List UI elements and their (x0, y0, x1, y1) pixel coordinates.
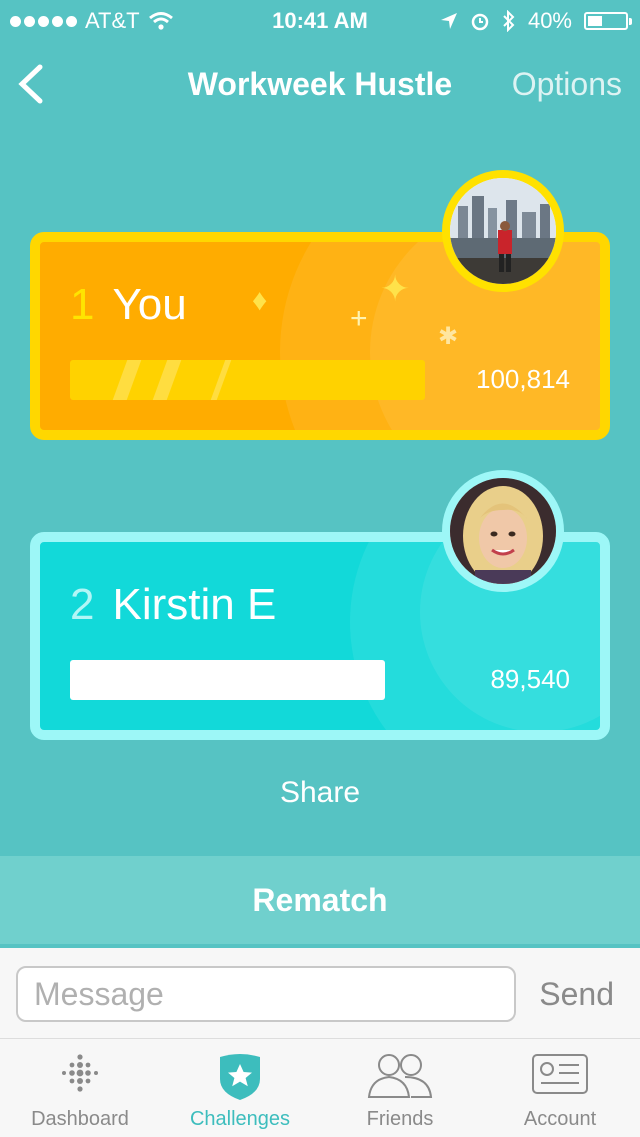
message-composer: Send (0, 948, 640, 1038)
tab-account[interactable]: Account (480, 1039, 640, 1137)
rematch-button[interactable]: Rematch (0, 856, 640, 944)
nav-bar: Workweek Hustle Options (0, 40, 640, 128)
tab-label: Account (523, 1108, 597, 1130)
competitor-label: You (112, 280, 187, 329)
battery-percent: 40% (527, 8, 572, 33)
location-arrow-icon (440, 13, 457, 29)
competitor-name: 2 Kirstin E (70, 580, 276, 630)
dots-grid-icon (62, 1054, 98, 1092)
step-count: 89,540 (490, 664, 570, 694)
rank-number: 2 (70, 580, 95, 629)
competitor-label: Kirstin E (112, 580, 277, 629)
share-button[interactable]: Share (0, 776, 640, 810)
tab-label: Friends (366, 1108, 434, 1130)
tab-label: Dashboard (31, 1108, 129, 1130)
tab-dashboard[interactable]: Dashboard (0, 1039, 160, 1137)
alarm-icon (471, 13, 489, 31)
rank-number: 1 (70, 280, 95, 329)
step-count: 100,814 (476, 364, 570, 394)
message-input[interactable] (16, 966, 516, 1022)
tab-label: Challenges (189, 1108, 291, 1130)
send-button[interactable]: Send (539, 976, 614, 1013)
people-icon (367, 1054, 433, 1098)
sparkle-icon: + (350, 302, 368, 335)
status-right: 40% (440, 8, 632, 34)
progress-bar (70, 360, 425, 400)
avatar[interactable] (442, 470, 564, 592)
star-badge-icon (220, 1054, 260, 1100)
bluetooth-icon (503, 10, 515, 32)
options-button[interactable]: Options (512, 66, 622, 103)
status-bar: AT&T 10:41 AM 40% (0, 0, 640, 40)
tab-friends[interactable]: Friends (320, 1039, 480, 1137)
id-card-icon (532, 1054, 588, 1094)
sparkle-icon: ♦ (252, 284, 268, 317)
competitor-name: 1 You (70, 280, 187, 330)
sparkle-icon: ✦ (380, 268, 411, 309)
battery-icon (584, 12, 632, 30)
tab-challenges[interactable]: Challenges (160, 1039, 320, 1137)
tab-bar: Dashboard Challenges Friends Account (0, 1038, 640, 1137)
progress-bar (70, 660, 385, 700)
avatar[interactable] (442, 170, 564, 292)
sparkle-icon: ✱ (438, 323, 459, 350)
